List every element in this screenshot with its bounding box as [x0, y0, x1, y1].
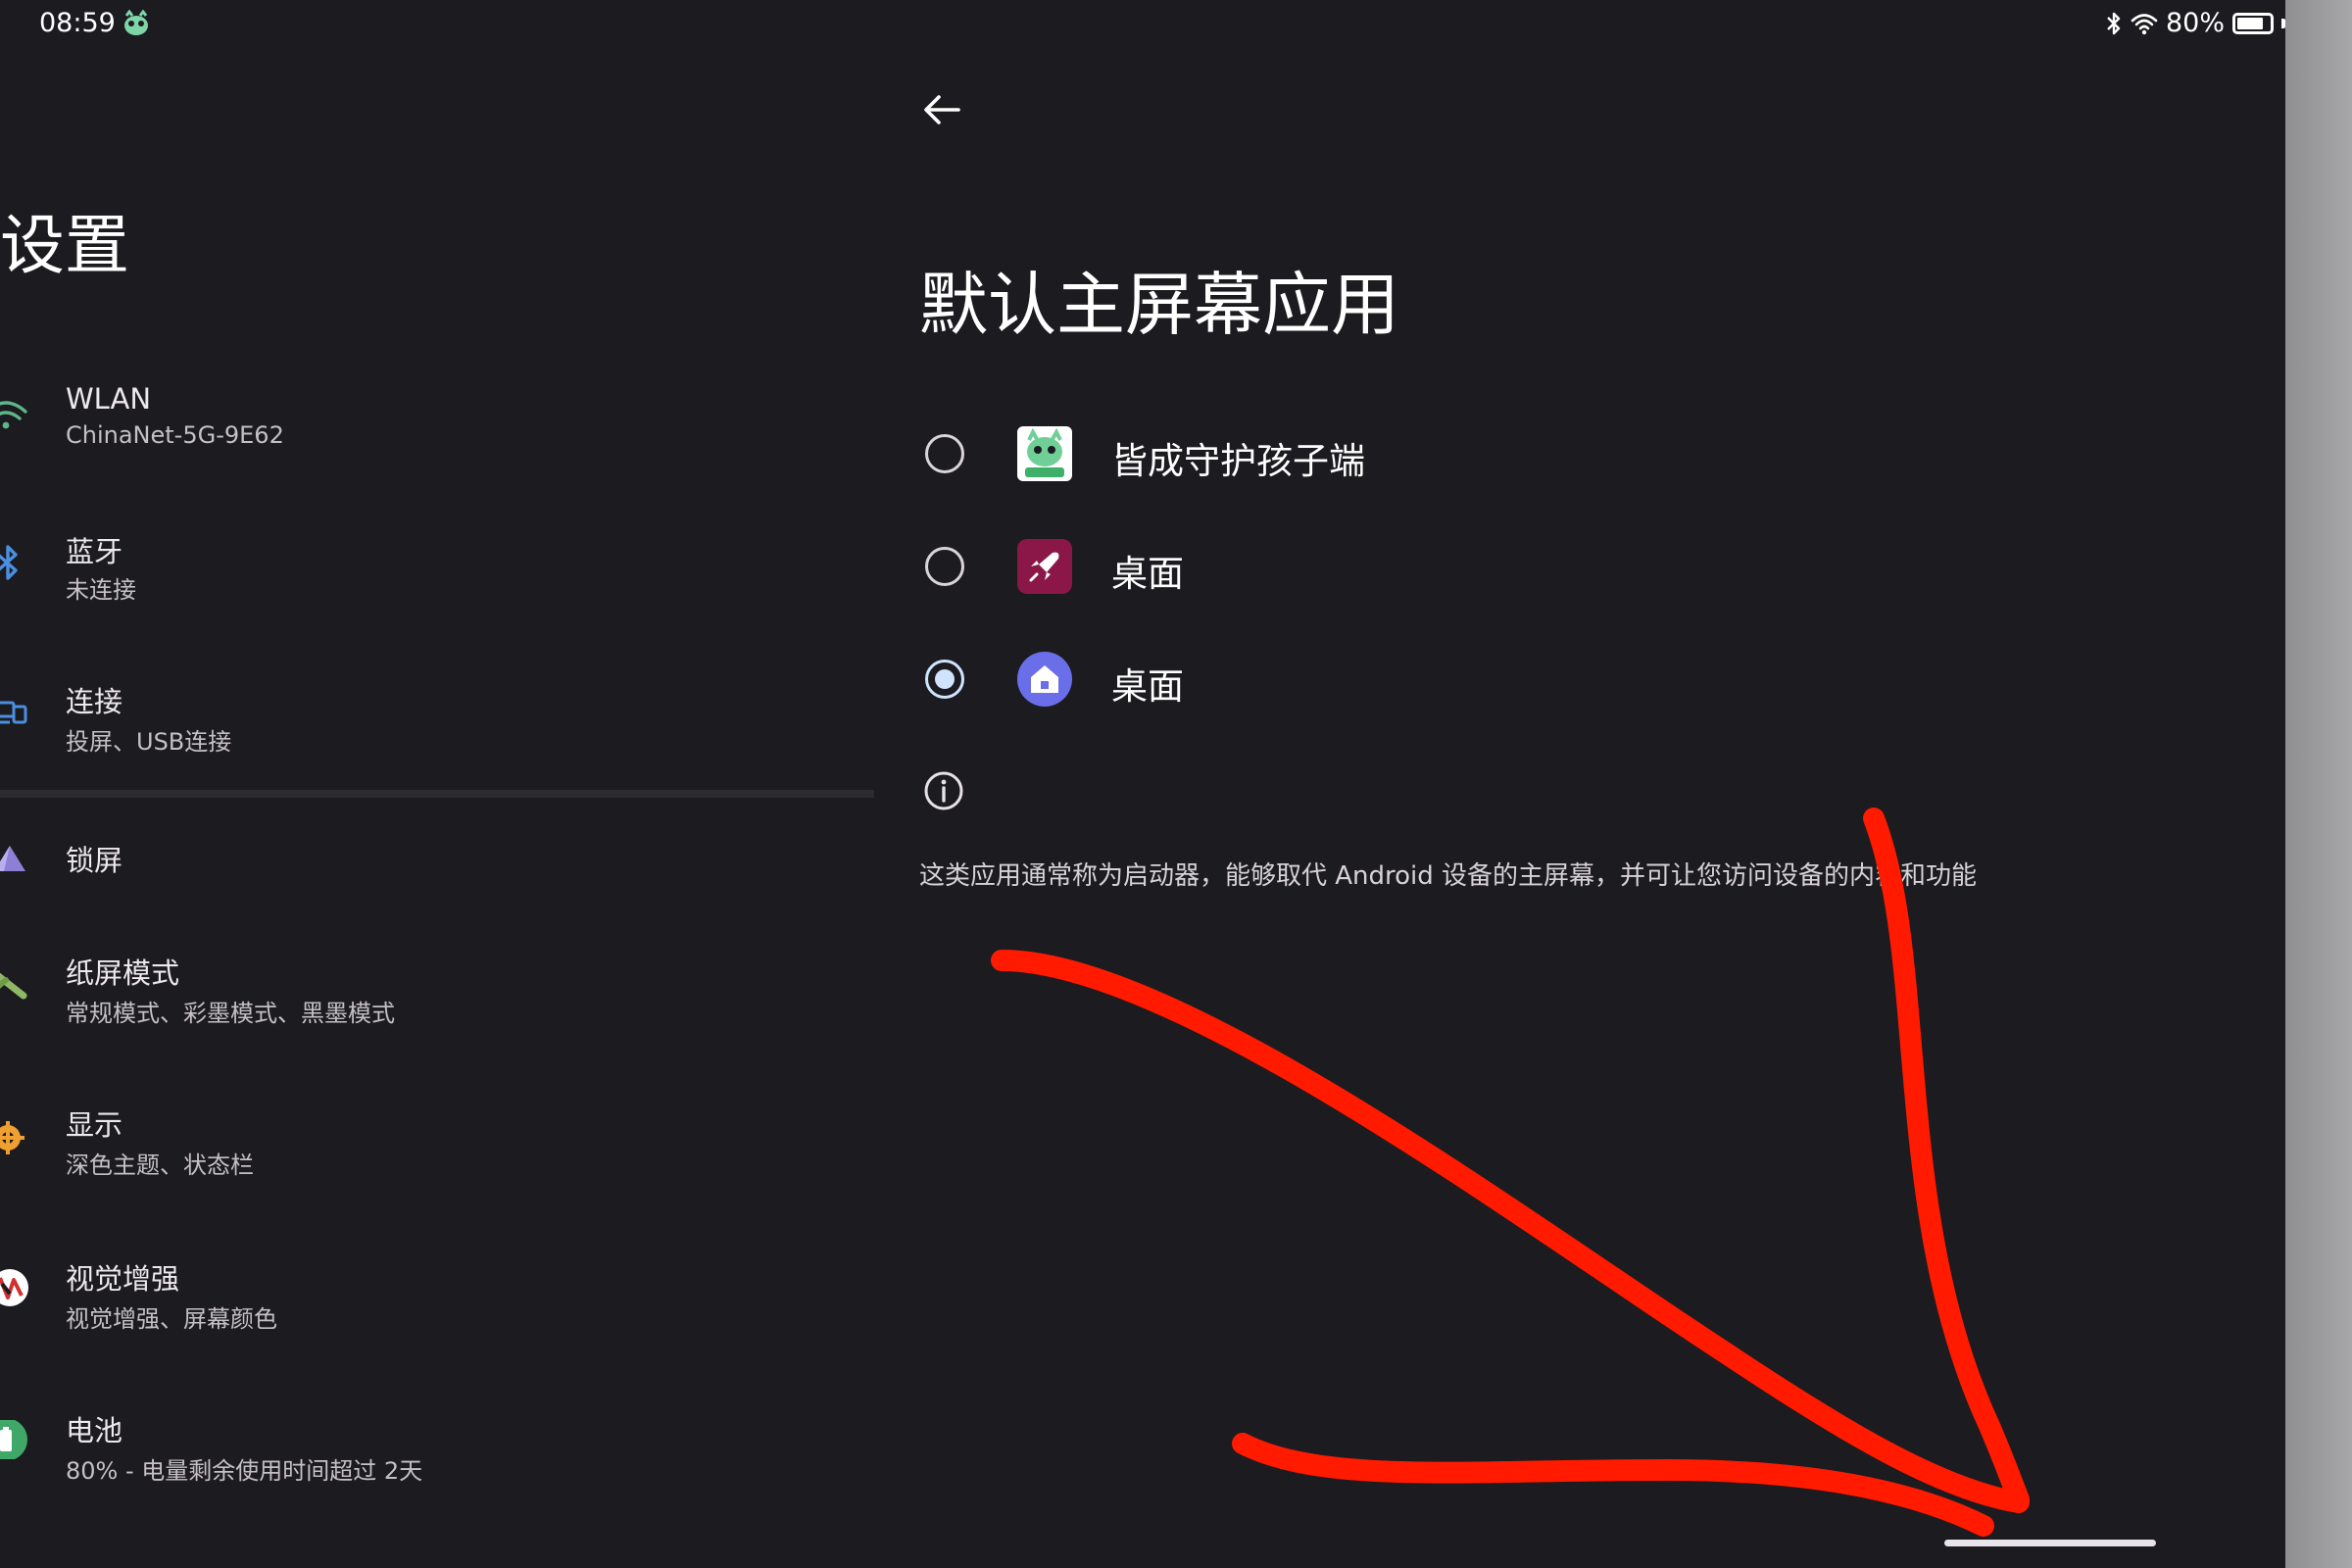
visual-enhance-icon: [0, 1269, 28, 1306]
menu-subtitle: 深色主题、状态栏: [66, 1152, 254, 1179]
launcher-home-icon: [1017, 652, 1072, 707]
display-icon: [0, 1121, 24, 1154]
back-arrow-icon[interactable]: [919, 88, 968, 131]
option-label: 桌面: [1111, 553, 1184, 595]
menu-item-bluetooth[interactable]: 蓝牙 未连接: [0, 523, 862, 621]
battery-icon: [2232, 12, 2275, 34]
menu-title: 蓝牙: [66, 535, 123, 568]
radio-button[interactable]: [925, 547, 964, 586]
menu-subtitle: 投屏、USB连接: [66, 728, 232, 756]
menu-subtitle: 常规模式、彩墨模式、黑墨模式: [66, 1000, 395, 1027]
bluetooth-icon: [2107, 12, 2121, 34]
menu-item-lock-screen[interactable]: 锁屏: [0, 818, 862, 916]
info-icon: [924, 771, 963, 810]
option-label: 桌面: [1111, 665, 1184, 708]
info-text: 这类应用通常称为启动器，能够取代 Android 设备的主屏幕，并可让您访问设备…: [919, 861, 1978, 891]
radio-button[interactable]: [925, 434, 964, 473]
bluetooth-icon: [0, 545, 18, 580]
menu-title: 纸屏模式: [66, 956, 180, 990]
menu-item-paper-mode[interactable]: 纸屏模式 常规模式、彩墨模式、黑墨模式: [0, 945, 862, 1043]
page-title: 默认主屏幕应用: [919, 265, 1399, 345]
status-time: 08:59: [39, 8, 116, 38]
launcher-rocket-icon: [1017, 539, 1072, 594]
menu-item-visual-enhance[interactable]: 视觉增强 视觉增强、屏幕颜色: [0, 1249, 862, 1347]
menu-title: 显示: [66, 1108, 123, 1142]
menu-item-connection[interactable]: 连接 投屏、USB连接: [0, 675, 862, 773]
menu-title: WLAN: [66, 382, 152, 416]
option-launcher-home[interactable]: 桌面: [919, 635, 1703, 723]
battery-percent: 80%: [2166, 8, 2226, 38]
menu-subtitle: 视觉增强、屏幕颜色: [66, 1305, 277, 1333]
gesture-nav-handle[interactable]: [1944, 1540, 2156, 1546]
menu-title: 连接: [66, 685, 123, 718]
lock-screen-icon: [0, 846, 25, 871]
wifi-icon: [2131, 13, 2158, 34]
settings-title: 设置: [0, 208, 129, 283]
menu-item-battery[interactable]: 电池 80% - 电量剩余使用时间超过 2天: [0, 1400, 862, 1498]
battery-fill: [2237, 17, 2263, 29]
menu-subtitle: 80% - 电量剩余使用时间超过 2天: [66, 1457, 423, 1485]
app-status-icon: [124, 10, 148, 35]
paper-mode-icon: [0, 972, 27, 1000]
menu-item-wlan[interactable]: WLAN ChinaNet-5G-9E62: [0, 372, 862, 470]
menu-subtitle: 未连接: [66, 576, 136, 604]
screen-edge: [2285, 0, 2352, 1568]
radio-button-selected[interactable]: [925, 660, 964, 699]
wifi-icon: [0, 401, 27, 429]
menu-subtitle: ChinaNet-5G-9E62: [66, 421, 284, 449]
menu-title: 电池: [66, 1414, 123, 1447]
section-divider: [0, 790, 874, 798]
connection-icon: [0, 701, 27, 724]
battery-icon: [0, 1420, 27, 1459]
guardian-child-app-icon: [1017, 426, 1072, 481]
menu-item-display[interactable]: 显示 深色主题、状态栏: [0, 1097, 862, 1195]
menu-title: 视觉增强: [66, 1262, 180, 1296]
menu-title: 锁屏: [66, 844, 123, 877]
screen: 08:59 80% 设置 WLAN ChinaNet-5G-9E62 蓝牙 未连…: [0, 0, 2285, 1568]
option-launcher-rocket[interactable]: 桌面: [919, 522, 1703, 611]
option-label: 皆成守护孩子端: [1111, 440, 1365, 482]
status-right: 80%: [2105, 8, 2285, 38]
option-guardian-child[interactable]: 皆成守护孩子端: [919, 410, 1703, 498]
